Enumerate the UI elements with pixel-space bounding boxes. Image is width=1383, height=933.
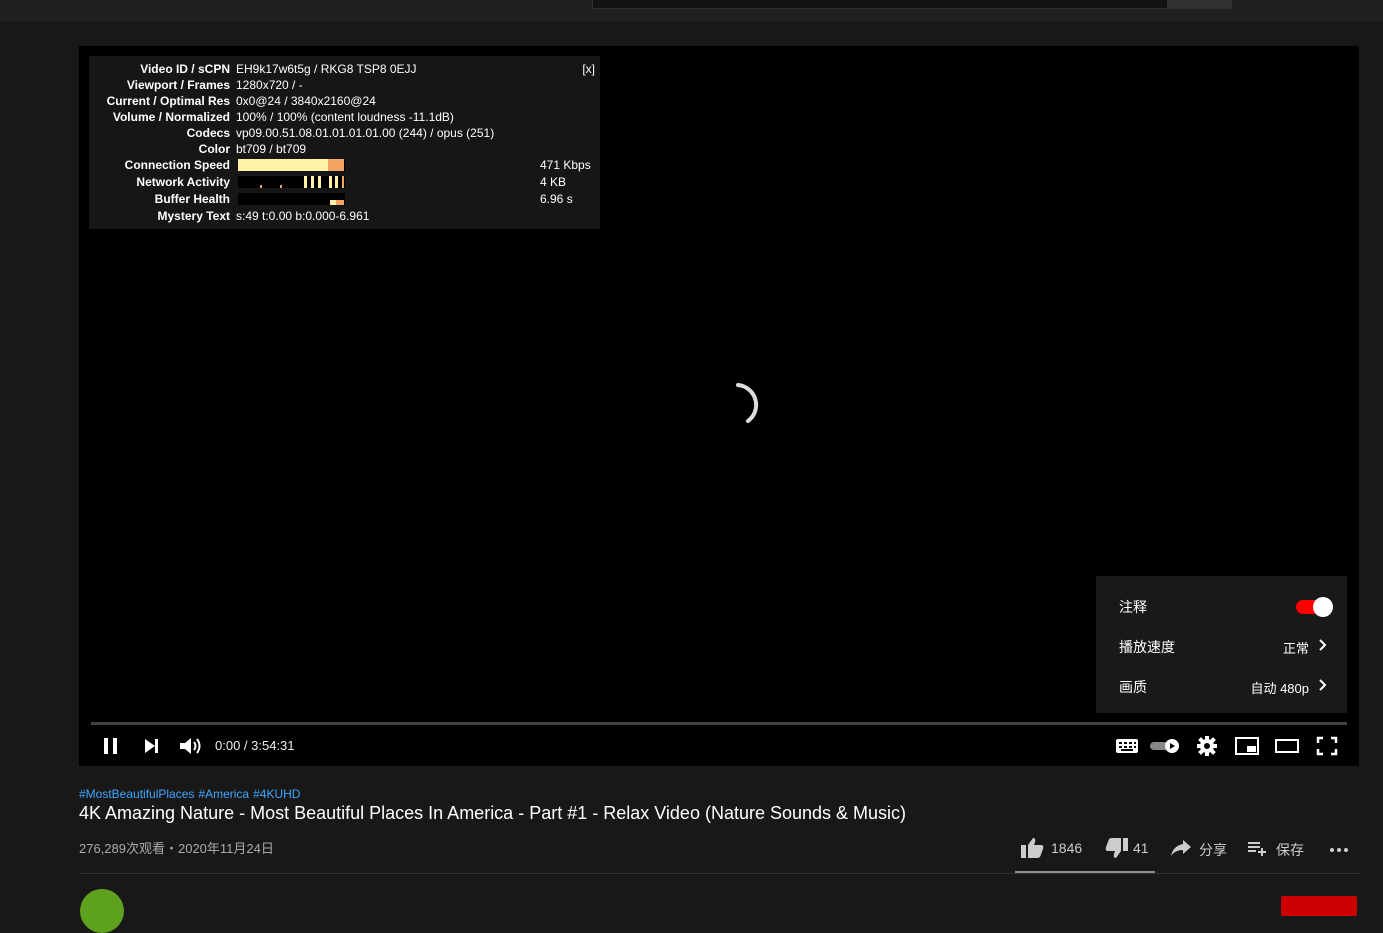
- stats-row: Codecs vp09.00.51.08.01.01.01.01.00 (244…: [89, 125, 600, 141]
- stats-value: 0x0@24 / 3840x2160@24: [236, 94, 376, 108]
- loading-spinner-icon: [736, 383, 759, 423]
- video-player[interactable]: [x] Video ID / sCPN EH9k17w6t5g / RKG8 T…: [79, 46, 1359, 766]
- stats-row: Video ID / sCPN EH9k17w6t5g / RKG8 TSP8 …: [89, 61, 600, 77]
- chevron-right-icon: [1319, 679, 1327, 691]
- stats-label: Video ID / sCPN: [140, 62, 230, 76]
- next-icon[interactable]: [137, 734, 165, 758]
- view-count-date: 276,289次观看・2020年11月24日: [79, 841, 274, 856]
- stats-value: bt709 / bt709: [236, 142, 307, 156]
- dislike-count: 41: [1133, 840, 1149, 856]
- player-controls: 0:00 / 3:54:31: [79, 726, 1359, 766]
- stats-row: Volume / Normalized 100% / 100% (content…: [89, 109, 600, 125]
- like-button[interactable]: 1846: [1020, 836, 1090, 862]
- video-title: 4K Amazing Nature - Most Beautiful Place…: [79, 803, 907, 823]
- network-activity-graph: [238, 176, 345, 188]
- thumbs-up-icon: [1021, 838, 1044, 858]
- menu-item-annotations[interactable]: 注释: [1096, 585, 1347, 625]
- hashtag-link[interactable]: #America: [198, 787, 249, 801]
- stats-row-network-activity: Network Activity 4 KB: [89, 174, 600, 191]
- autoplay-toggle-icon[interactable]: [1148, 734, 1182, 758]
- stats-value: EH9k17w6t5g / RKG8 TSP8 0EJJ: [236, 62, 417, 76]
- stats-label: Connection Speed: [124, 158, 230, 172]
- stats-value: 6.96 s: [540, 192, 573, 206]
- stats-row: Current / Optimal Res 0x0@24 / 3840x2160…: [89, 93, 600, 109]
- menu-item-label: 播放速度: [1119, 639, 1175, 655]
- hashtag-link[interactable]: #4KUHD: [253, 787, 300, 801]
- stats-label: Color: [198, 142, 230, 156]
- share-label: 分享: [1199, 842, 1227, 858]
- stats-label: Viewport / Frames: [126, 78, 230, 92]
- dislike-button[interactable]: 41: [1103, 836, 1153, 862]
- stats-row-connection-speed: Connection Speed 471 Kbps: [89, 157, 600, 174]
- search-button[interactable]: [1167, 0, 1232, 9]
- top-bar: [0, 0, 1383, 22]
- channel-avatar[interactable]: [80, 889, 124, 933]
- divider: [79, 873, 1359, 874]
- hashtag-link[interactable]: #MostBeautifulPlaces: [79, 787, 194, 801]
- stats-value: 1280x720 / -: [236, 78, 303, 92]
- pause-icon[interactable]: [97, 734, 125, 758]
- stats-label: Mystery Text: [157, 209, 230, 223]
- stats-value: vp09.00.51.08.01.01.01.01.00 (244) / opu…: [236, 126, 495, 140]
- stats-for-nerds-panel: [x] Video ID / sCPN EH9k17w6t5g / RKG8 T…: [89, 56, 600, 229]
- settings-menu: 注释 播放速度 正常 画质 自动 480p: [1096, 576, 1347, 713]
- share-icon: [1171, 840, 1191, 856]
- menu-item-label: 注释: [1119, 599, 1147, 615]
- stats-row-buffer-health: Buffer Health 6.96 s: [89, 191, 600, 208]
- stats-value: s:49 t:0.00 b:0.000-6.961: [236, 209, 370, 223]
- thumbs-down-icon: [1105, 838, 1128, 858]
- share-button[interactable]: 分享: [1169, 836, 1229, 862]
- stats-row: Viewport / Frames 1280x720 / -: [89, 77, 600, 93]
- save-button[interactable]: 保存: [1246, 836, 1306, 862]
- stats-label: Network Activity: [136, 175, 230, 189]
- more-actions-button[interactable]: [1328, 836, 1352, 862]
- menu-item-value: 正常: [1282, 641, 1309, 656]
- miniplayer-icon[interactable]: [1233, 734, 1261, 758]
- menu-item-label: 画质: [1119, 679, 1147, 695]
- stats-label: Codecs: [186, 126, 230, 140]
- chevron-right-icon: [1319, 639, 1327, 651]
- buffer-health-graph: [238, 193, 345, 205]
- search-input[interactable]: [592, 0, 1168, 9]
- more-horizontal-icon: [1330, 848, 1348, 852]
- save-label: 保存: [1276, 842, 1304, 858]
- volume-icon[interactable]: [176, 734, 204, 758]
- time-display: 0:00 / 3:54:31: [215, 738, 295, 753]
- stats-label: Volume / Normalized: [112, 110, 230, 124]
- connection-speed-graph: [238, 159, 345, 171]
- stats-value: 4 KB: [540, 175, 567, 189]
- theater-mode-icon[interactable]: [1273, 734, 1301, 758]
- stats-value: 471 Kbps: [540, 158, 591, 172]
- stats-row: Mystery Text s:49 t:0.00 b:0.000-6.961: [89, 208, 600, 224]
- menu-item-playback-speed[interactable]: 播放速度 正常: [1096, 625, 1347, 665]
- playlist-add-icon: [1248, 842, 1266, 856]
- settings-gear-icon[interactable]: [1193, 734, 1221, 758]
- subscribe-button[interactable]: [1281, 896, 1357, 916]
- stats-label: Current / Optimal Res: [106, 94, 230, 108]
- menu-item-quality[interactable]: 画质 自动 480p: [1096, 665, 1347, 705]
- like-count: 1846: [1051, 840, 1083, 856]
- fullscreen-icon[interactable]: [1313, 734, 1341, 758]
- stats-value: 100% / 100% (content loudness -11.1dB): [236, 110, 454, 124]
- stats-label: Buffer Health: [154, 192, 230, 206]
- progress-bar[interactable]: [91, 722, 1347, 725]
- annotations-toggle[interactable]: [1296, 597, 1333, 617]
- hashtags: #MostBeautifulPlaces #America #4KUHD: [79, 787, 304, 801]
- stats-row: Color bt709 / bt709: [89, 141, 600, 157]
- menu-item-value: 自动 480p: [1250, 681, 1309, 696]
- subtitles-icon[interactable]: [1113, 734, 1141, 758]
